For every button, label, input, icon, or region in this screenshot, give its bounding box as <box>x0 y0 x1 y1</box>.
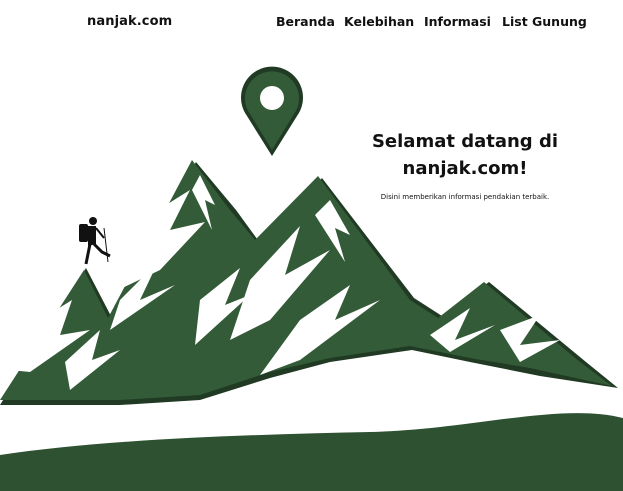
hiker-icon <box>79 217 111 265</box>
hero-title-line-1: Selamat datang di <box>371 131 559 152</box>
ground-wave <box>0 413 623 491</box>
hero-title: Selamat datang di nanjak.com! <box>360 128 570 182</box>
location-pin-icon <box>240 66 303 156</box>
hero-subtitle: Disini memberikan informasi pendakian te… <box>380 193 550 201</box>
hero-title-line-2: nanjak.com! <box>402 158 528 179</box>
hero-illustration <box>0 66 623 491</box>
